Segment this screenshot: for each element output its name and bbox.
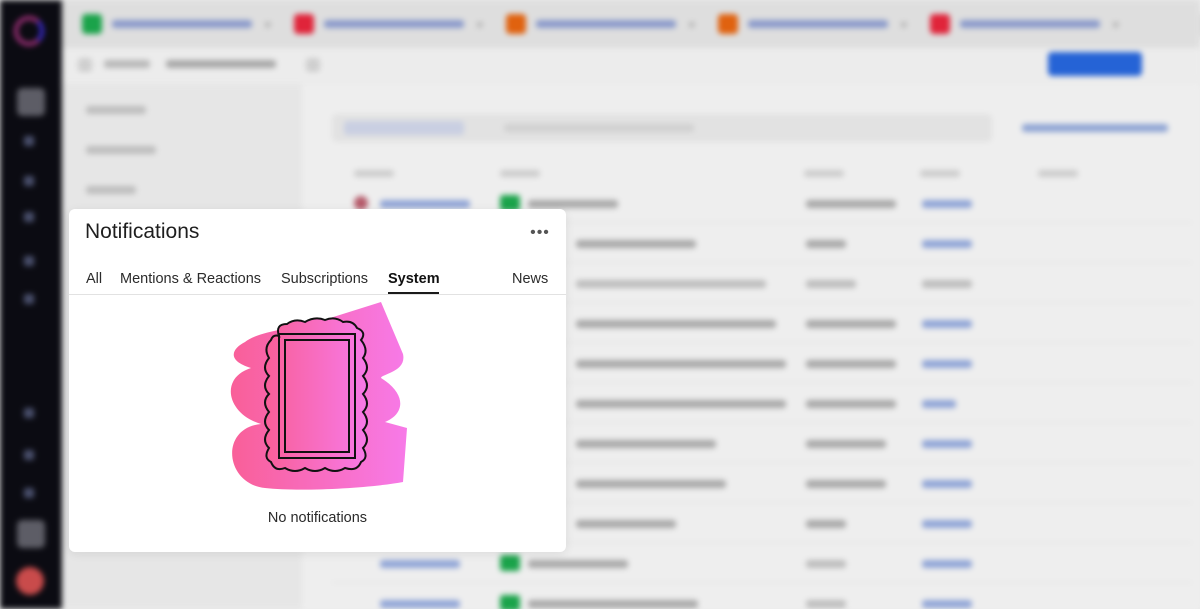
background-tab: × xyxy=(294,12,484,36)
tab-news[interactable]: News xyxy=(512,271,548,287)
tab-icon xyxy=(294,14,314,34)
avatar xyxy=(16,567,44,595)
panel-title: Notifications xyxy=(85,220,200,243)
background-tab: × xyxy=(506,12,696,36)
rail-square-icon xyxy=(17,88,45,116)
close-icon: × xyxy=(264,16,272,32)
table-row xyxy=(332,584,1192,609)
app-logo-icon xyxy=(14,16,44,46)
rail-dot-icon xyxy=(24,212,34,222)
rail-square-icon xyxy=(17,520,45,548)
search-bar xyxy=(332,114,992,142)
tab-icon xyxy=(930,14,950,34)
background-tab-strip: × × × × × xyxy=(62,0,1200,48)
rail-dot-icon xyxy=(24,408,34,418)
ellipsis-icon[interactable]: ••• xyxy=(527,223,553,243)
tab-icon xyxy=(506,14,526,34)
background-tab: × xyxy=(718,12,908,36)
rail-dot-icon xyxy=(24,488,34,498)
close-icon: × xyxy=(688,16,696,32)
notification-tabs: All Mentions & Reactions Subscriptions S… xyxy=(69,267,566,295)
close-icon: × xyxy=(1112,16,1120,32)
tab-subscriptions[interactable]: Subscriptions xyxy=(281,271,368,287)
tab-mentions-reactions[interactable]: Mentions & Reactions xyxy=(120,271,261,287)
tab-system[interactable]: System xyxy=(388,271,440,287)
rail-dot-icon xyxy=(24,176,34,186)
background-link xyxy=(1022,124,1168,132)
close-icon: × xyxy=(476,16,484,32)
rail-dot-icon xyxy=(24,256,34,266)
picture-frame-illustration xyxy=(221,302,411,492)
tab-icon xyxy=(82,14,102,34)
background-tab: × xyxy=(930,12,1120,36)
rail-dot-icon xyxy=(24,294,34,304)
tab-all[interactable]: All xyxy=(86,271,102,287)
rail-dot-icon xyxy=(24,136,34,146)
primary-button xyxy=(1048,52,1142,76)
notifications-panel: Notifications ••• All Mentions & Reactio… xyxy=(69,209,566,552)
tab-icon xyxy=(718,14,738,34)
app-rail xyxy=(0,0,62,609)
active-tab-indicator xyxy=(388,292,439,294)
background-toolbar xyxy=(62,48,1200,80)
rail-dot-icon xyxy=(24,450,34,460)
empty-state-text: No notifications xyxy=(267,510,368,526)
background-tab: × xyxy=(82,12,272,36)
close-icon: × xyxy=(900,16,908,32)
